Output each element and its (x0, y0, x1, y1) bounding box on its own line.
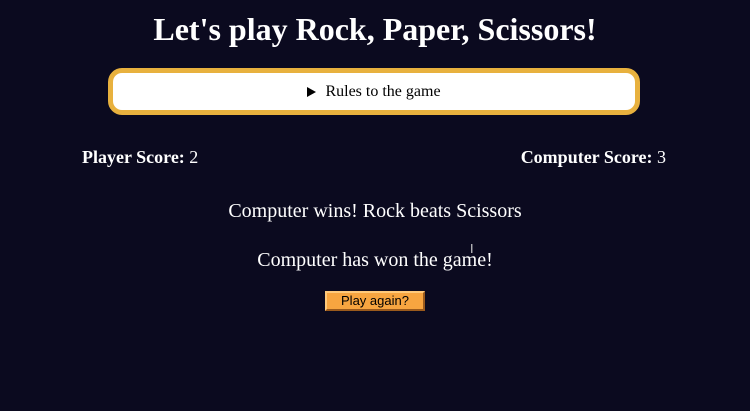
player-score-label: Player Score: (82, 147, 185, 167)
game-page: Let's play Rock, Paper, Scissors! Rules … (0, 0, 750, 411)
play-again-button[interactable]: Play again? (325, 291, 425, 311)
rules-label: Rules to the game (325, 82, 441, 100)
player-score-value: 2 (189, 147, 199, 167)
disclosure-triangle-icon (307, 86, 317, 97)
computer-score-label: Computer Score: (520, 147, 653, 167)
computer-score: Computer Score: 3 (521, 146, 666, 168)
round-result-message: Computer wins! Rock beats Scissors (228, 200, 522, 222)
computer-score-value: 3 (657, 147, 666, 167)
page-title: Let's play Rock, Paper, Scissors! (153, 11, 597, 47)
rules-disclosure[interactable]: Rules to the game (108, 68, 640, 115)
text-cursor-icon: Ⅰ (470, 242, 474, 256)
player-score: Player Score: 2 (82, 146, 198, 168)
game-result-message: Computer has won the game! (257, 249, 493, 271)
